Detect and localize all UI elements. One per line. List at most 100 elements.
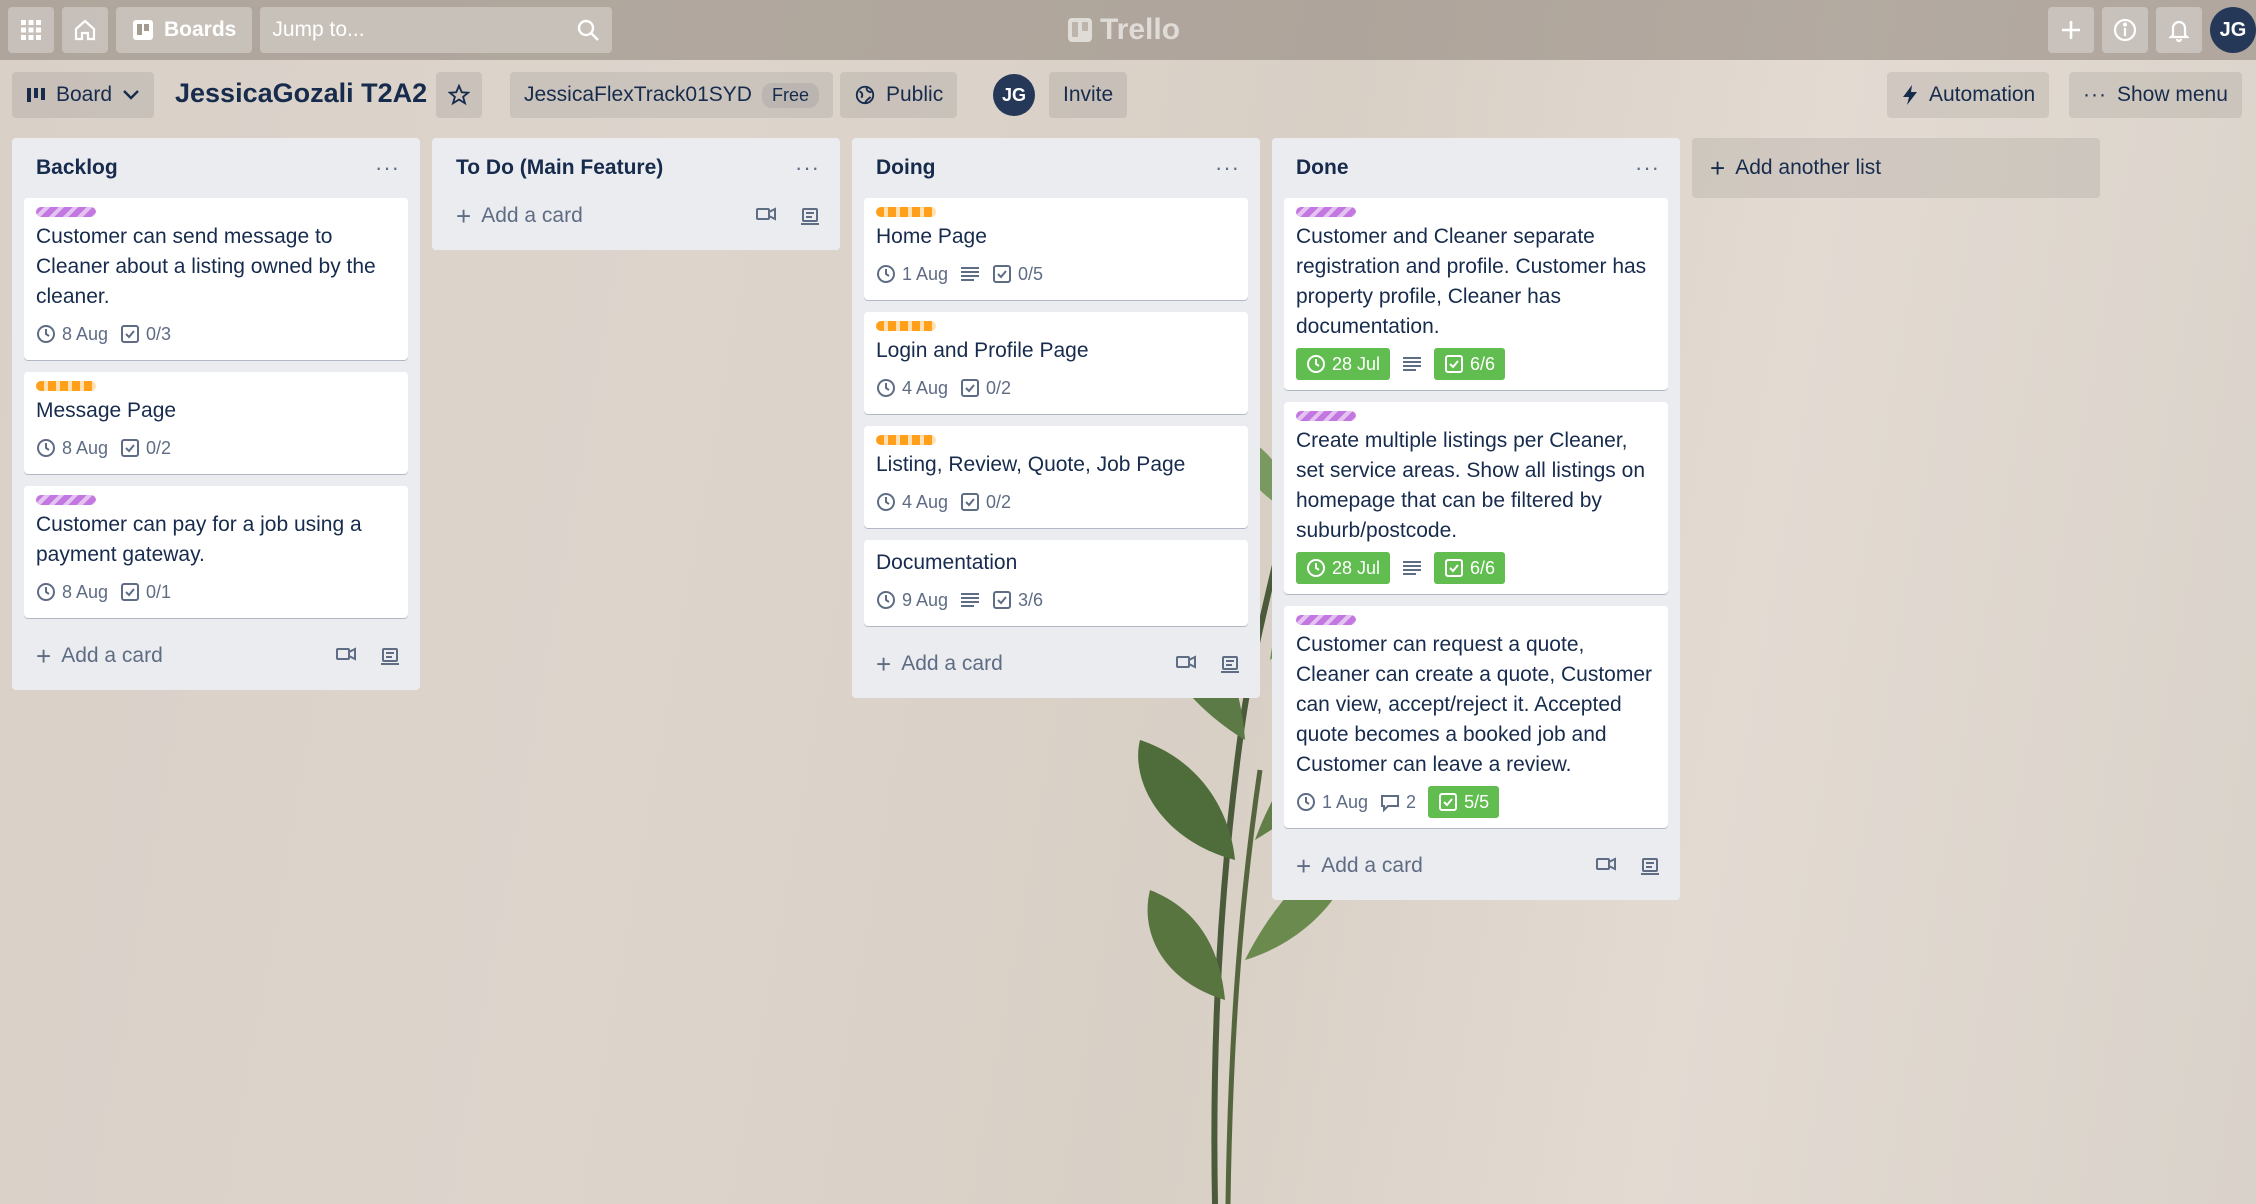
label-orange[interactable] xyxy=(876,321,936,331)
list-actions-menu-icon[interactable]: ··· xyxy=(1207,155,1248,181)
due-date-badge[interactable]: 8 Aug xyxy=(36,432,108,464)
checklist-count: 0/3 xyxy=(146,323,172,344)
boards-label: Boards xyxy=(164,18,237,41)
list-header: Backlog ··· xyxy=(24,138,408,198)
board-view-switcher[interactable]: Board xyxy=(12,72,155,118)
automation-button[interactable]: Automation xyxy=(1887,72,2050,118)
label-orange[interactable] xyxy=(876,207,936,217)
due-date-badge[interactable]: 28 Jul xyxy=(1296,552,1391,584)
visibility-button[interactable]: Public xyxy=(840,72,958,118)
list-done[interactable]: Done ··· Customer and Cleaner separate reg… xyxy=(1272,138,1680,900)
card-labels[interactable] xyxy=(1296,206,1656,218)
label-purple[interactable] xyxy=(36,207,96,217)
plus-icon: + xyxy=(1710,152,1726,183)
checklist-badge: 0/2 xyxy=(960,372,1011,404)
jump-to-search-input[interactable]: Jump to... xyxy=(260,7,613,53)
record-video-button[interactable] xyxy=(1176,654,1196,674)
notifications-button[interactable] xyxy=(2156,7,2202,53)
list-actions-menu-icon[interactable]: ··· xyxy=(787,155,828,181)
card[interactable]: Message Page 8 Aug 0/2 xyxy=(24,372,408,474)
list-title[interactable]: Doing xyxy=(876,156,935,180)
workspace-button[interactable]: JessicaFlexTrack01SYD Free xyxy=(510,72,833,118)
add-card-button[interactable]: + Add a card xyxy=(876,649,1003,680)
star-board-button[interactable] xyxy=(436,72,482,118)
card-labels[interactable] xyxy=(36,380,396,392)
label-purple[interactable] xyxy=(1296,207,1356,217)
clock-icon xyxy=(1297,793,1315,811)
add-card-button[interactable]: + Add a card xyxy=(1296,851,1423,882)
list-doing[interactable]: Doing ··· Home Page 1 Aug 0/5 Login and Profi… xyxy=(852,138,1260,698)
card-labels[interactable] xyxy=(36,494,396,506)
add-card-button[interactable]: + Add a card xyxy=(36,641,163,672)
trello-logo[interactable]: Trello xyxy=(1068,10,1180,50)
due-date-badge[interactable]: 1 Aug xyxy=(876,258,948,290)
description-icon xyxy=(1403,357,1422,371)
due-date-badge[interactable]: 8 Aug xyxy=(36,318,108,350)
create-from-template-button[interactable] xyxy=(380,646,400,666)
card[interactable]: Customer can send message to Cleaner abo… xyxy=(24,198,408,360)
card-badges: 8 Aug 0/1 xyxy=(36,576,396,608)
apps-switcher-button[interactable] xyxy=(8,7,54,53)
list-backlog[interactable]: Backlog ··· Customer can send message to C… xyxy=(12,138,420,690)
list-actions-menu-icon[interactable]: ··· xyxy=(367,155,408,181)
due-date-badge[interactable]: 8 Aug xyxy=(36,576,108,608)
card[interactable]: Home Page 1 Aug 0/5 xyxy=(864,198,1248,300)
due-date-badge[interactable]: 4 Aug xyxy=(876,486,948,518)
card-template-icon xyxy=(381,648,399,665)
due-date-badge[interactable]: 1 Aug xyxy=(1296,786,1368,818)
list-title[interactable]: Backlog xyxy=(36,156,118,180)
home-button[interactable] xyxy=(62,7,108,53)
due-date-text: 8 Aug xyxy=(62,581,109,602)
due-date-badge[interactable]: 28 Jul xyxy=(1296,348,1391,380)
create-from-template-button[interactable] xyxy=(1640,856,1660,876)
label-purple[interactable] xyxy=(1296,411,1356,421)
list-title[interactable]: Done xyxy=(1296,156,1349,180)
checklist-badge: 3/6 xyxy=(992,584,1043,616)
add-card-button[interactable]: + Add a card xyxy=(456,201,583,232)
card-labels[interactable] xyxy=(876,206,1236,218)
due-date-badge[interactable]: 9 Aug xyxy=(876,584,948,616)
clock-icon xyxy=(877,591,895,609)
list-to-do-main-feature[interactable]: To Do (Main Feature) ··· + Add a card xyxy=(432,138,840,250)
create-button[interactable] xyxy=(2048,7,2094,53)
list-title[interactable]: To Do (Main Feature) xyxy=(456,156,663,180)
checklist-icon xyxy=(1445,559,1464,577)
automation-label: Automation xyxy=(1929,83,2036,106)
create-from-template-button[interactable] xyxy=(800,206,820,226)
add-list-label: Add another list xyxy=(1735,156,1882,179)
invite-button[interactable]: Invite xyxy=(1049,72,1128,118)
member-avatar[interactable]: JG xyxy=(993,74,1035,116)
label-orange[interactable] xyxy=(36,381,96,391)
workspace-name: JessicaFlexTrack01SYD xyxy=(524,83,752,106)
record-video-button[interactable] xyxy=(756,206,776,226)
card-labels[interactable] xyxy=(36,206,396,218)
label-purple[interactable] xyxy=(36,495,96,505)
card-labels[interactable] xyxy=(876,320,1236,332)
card[interactable]: Customer can pay for a job using a payme… xyxy=(24,486,408,618)
add-another-list-button[interactable]: + Add another list xyxy=(1692,138,2100,198)
card-labels[interactable] xyxy=(876,434,1236,446)
record-video-button[interactable] xyxy=(1596,856,1616,876)
card-labels[interactable] xyxy=(1296,410,1656,422)
card[interactable]: Create multiple listings per Cleaner, se… xyxy=(1284,402,1668,594)
information-button[interactable] xyxy=(2102,7,2148,53)
card[interactable]: Documentation 9 Aug 3/6 xyxy=(864,540,1248,626)
record-video-button[interactable] xyxy=(336,646,356,666)
label-orange[interactable] xyxy=(876,435,936,445)
card[interactable]: Login and Profile Page 4 Aug 0/2 xyxy=(864,312,1248,414)
list-actions-menu-icon[interactable]: ··· xyxy=(1627,155,1668,181)
board-title[interactable]: JessicaGozali T2A2 xyxy=(175,78,427,109)
card[interactable]: Listing, Review, Quote, Job Page 4 Aug 0/2 xyxy=(864,426,1248,528)
bell-icon xyxy=(2168,20,2190,42)
create-from-template-button[interactable] xyxy=(1220,654,1240,674)
card-title: Documentation xyxy=(876,551,1018,574)
card-labels[interactable] xyxy=(1296,614,1656,626)
star-icon xyxy=(448,84,470,106)
card[interactable]: Customer can request a quote, Cleaner ca… xyxy=(1284,606,1668,828)
label-purple[interactable] xyxy=(1296,615,1356,625)
due-date-badge[interactable]: 4 Aug xyxy=(876,372,948,404)
show-menu-button[interactable]: ··· Show menu xyxy=(2069,72,2242,118)
card[interactable]: Customer and Cleaner separate registrati… xyxy=(1284,198,1668,390)
boards-button[interactable]: Boards xyxy=(116,7,253,53)
user-avatar-button[interactable]: JG xyxy=(2210,7,2256,53)
